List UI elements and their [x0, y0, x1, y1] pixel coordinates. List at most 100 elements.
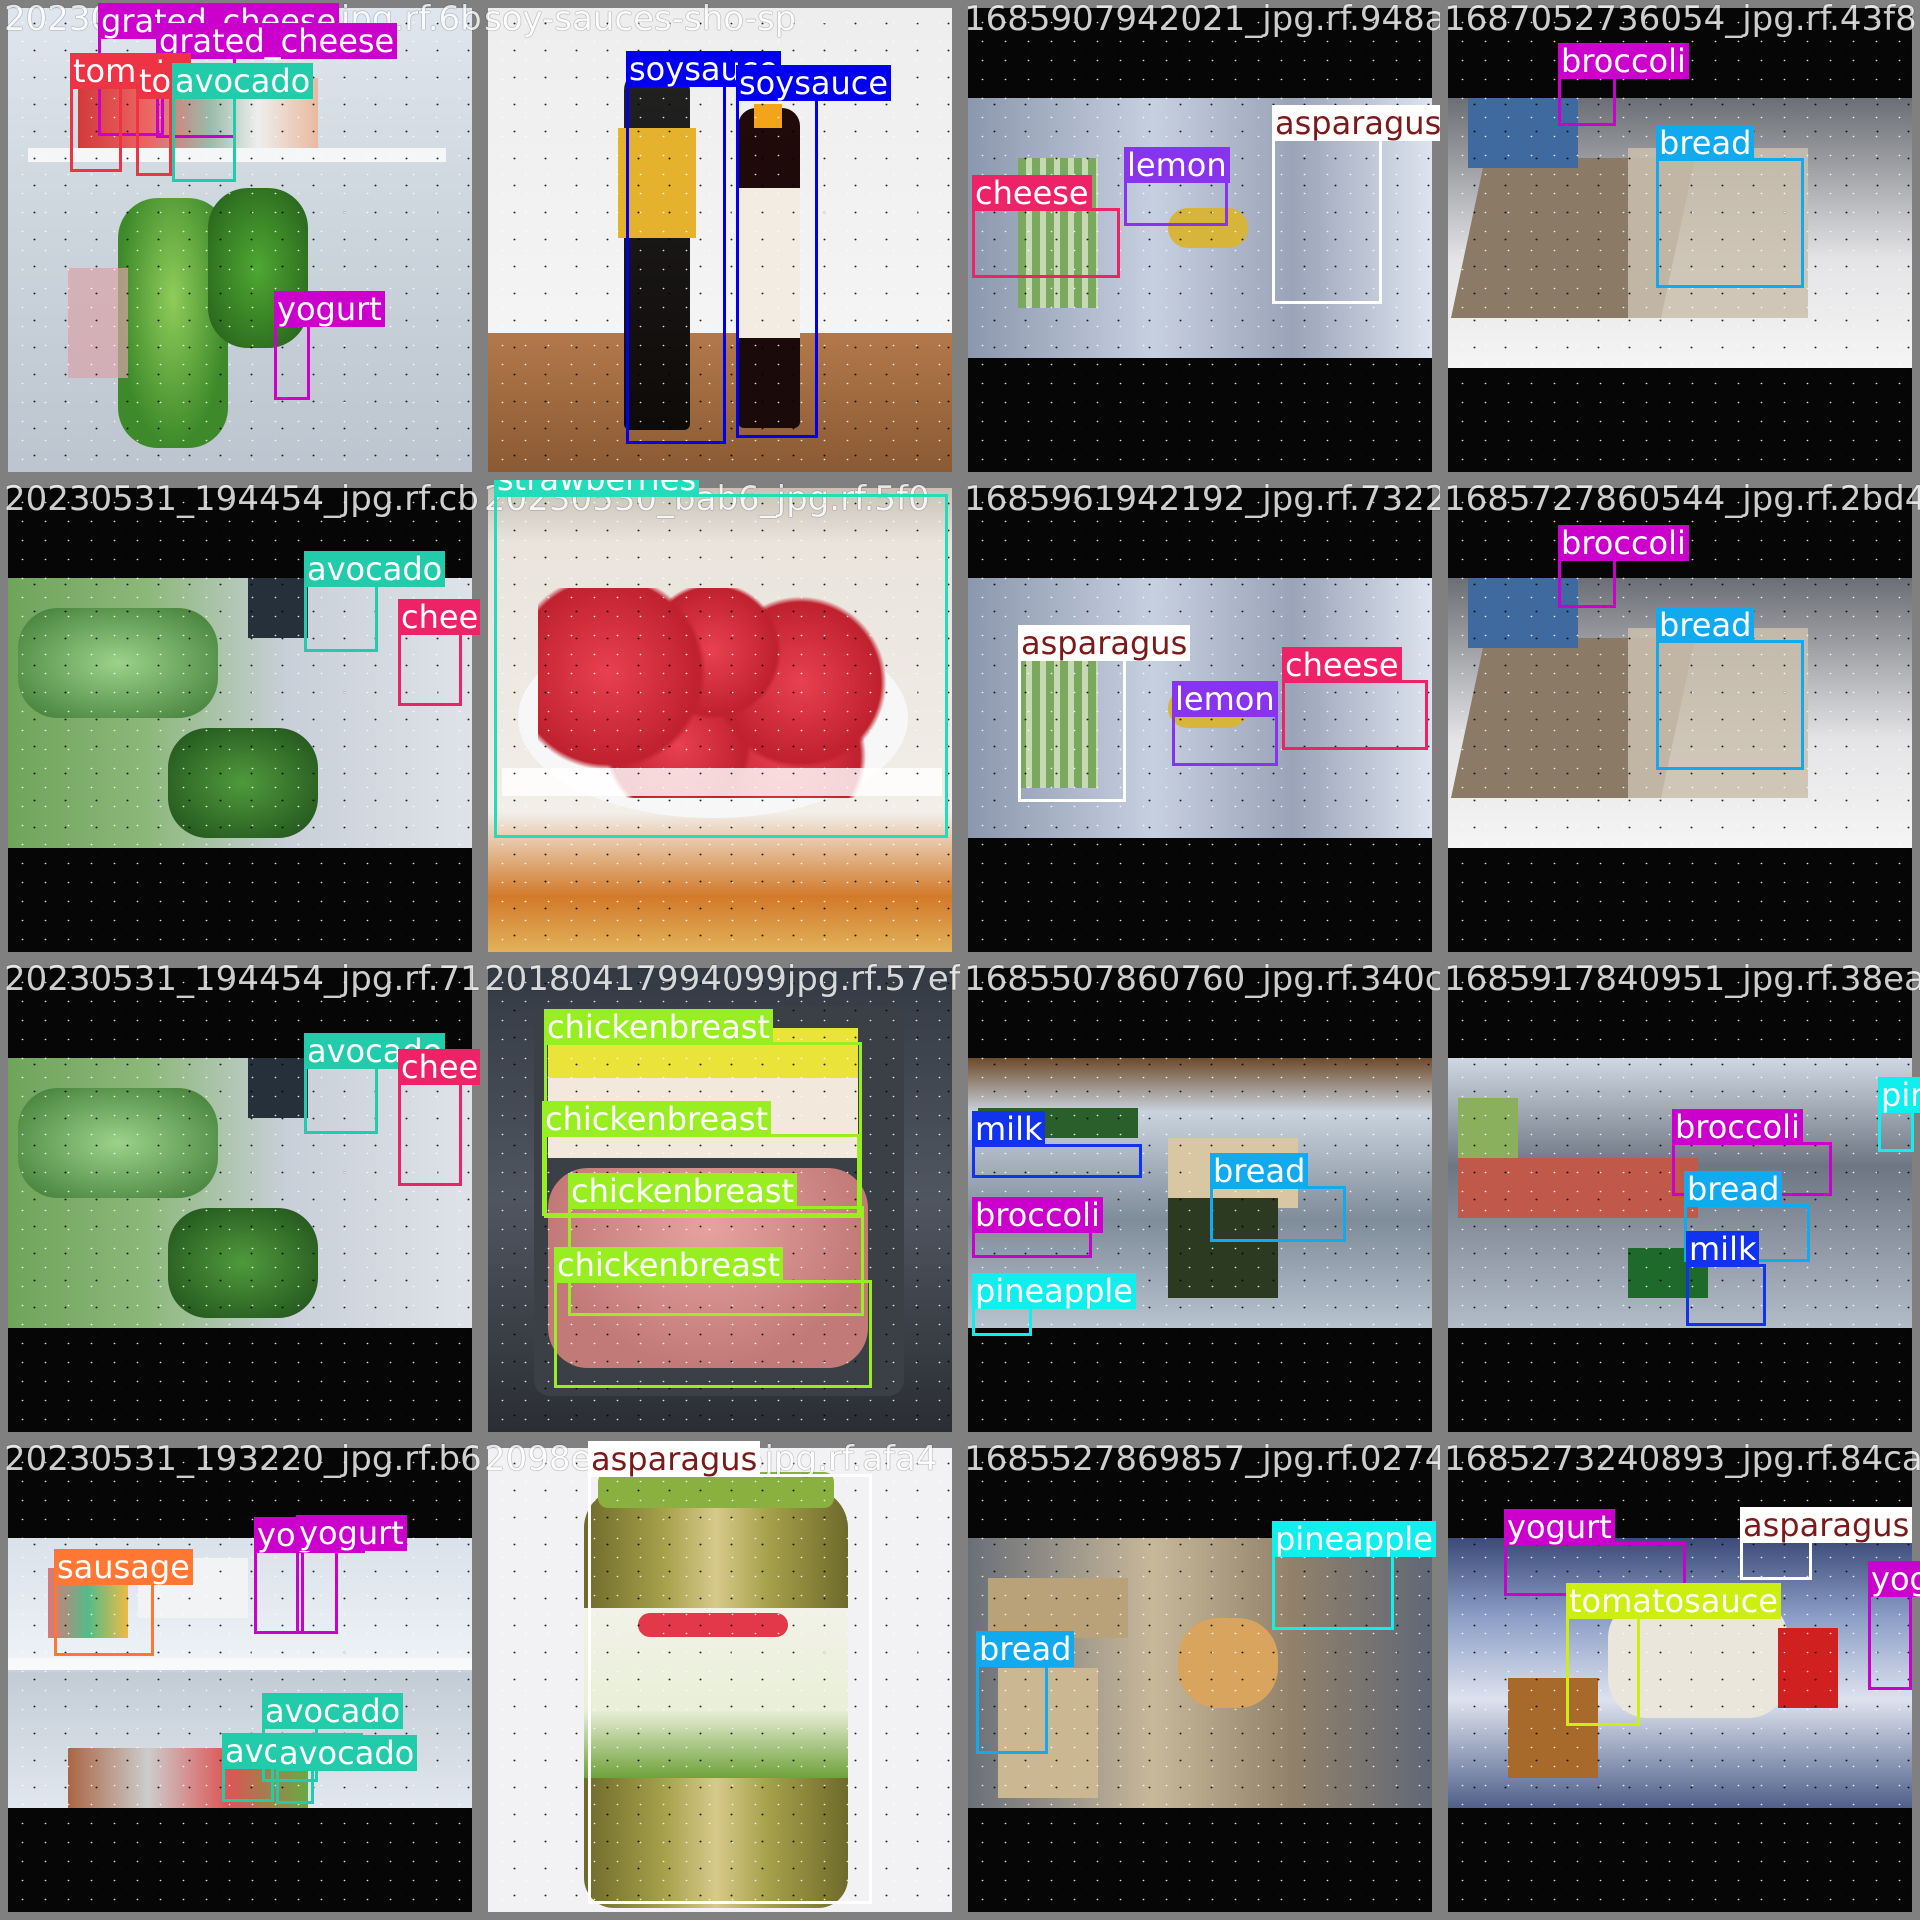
detection-label: cheese — [972, 175, 1092, 211]
image-tile[interactable]: 20230531_194539_jpg.rf.6bbgrated_cheeseg… — [0, 0, 480, 480]
detection-mosaic: 20230531_194539_jpg.rf.6bbgrated_cheeseg… — [0, 0, 1920, 1920]
detection-label: bread — [1656, 125, 1755, 161]
detection-label: bread — [1656, 607, 1755, 643]
detection-label: tomatosauce — [1566, 1583, 1781, 1619]
bounding-box: cheese — [398, 599, 480, 706]
bounding-box: sausage — [54, 1549, 193, 1656]
image-filename: 1685907942021_jpg.rf.948a — [964, 0, 1440, 39]
image-filename: 1685273240893_jpg.rf.84ca — [1444, 1440, 1920, 1479]
bounding-box: avocado — [304, 551, 446, 652]
bounding-box: avocado — [172, 63, 314, 182]
image-tile[interactable]: 2098e5138d085jpg.rf.afa4asparagus — [480, 1440, 960, 1920]
detection-label: avocado — [262, 1693, 404, 1729]
bounding-box: lemon — [1172, 681, 1278, 766]
bounding-box: bread — [1210, 1153, 1346, 1242]
bounding-box: broccoli — [972, 1197, 1103, 1258]
detection-label: asparagus — [1272, 105, 1440, 141]
detection-label: yogurt — [274, 291, 385, 327]
detection-label: lemon — [1124, 147, 1230, 183]
detection-label: lemon — [1172, 681, 1278, 717]
image-tile[interactable]: 20230531_194454_jpg.rf.71aavocadocheese — [0, 960, 480, 1440]
detection-label: broccoli — [1558, 525, 1689, 561]
detection-label: asparagus — [1018, 625, 1191, 661]
detection-label: yogurt — [1868, 1561, 1920, 1597]
detection-label: avocado — [304, 551, 446, 587]
bounding-box: avocado — [276, 1735, 418, 1804]
bounding-box: cheese — [398, 1049, 480, 1186]
bounding-box: soysauce — [626, 51, 782, 444]
detection-label: cheese — [398, 599, 480, 635]
detection-label: pineapple — [972, 1273, 1136, 1309]
bounding-box: bread — [976, 1631, 1075, 1754]
bounding-box: pineapple — [1878, 1077, 1920, 1152]
detection-label: avocado — [172, 63, 314, 99]
detection-label: avocado — [276, 1735, 418, 1771]
image-tile[interactable]: 1685917840951_jpg.rf.38ea pineapple brocco… — [1440, 960, 1920, 1440]
bounding-box: chickenbreast — [554, 1247, 872, 1388]
bounding-box: asparagus — [1272, 105, 1440, 304]
image-filename: 1685961942192_jpg.rf.7322 — [964, 480, 1440, 519]
image-tile[interactable]: 1685527869857_jpg.rf.0274 pineapple bread — [960, 1440, 1440, 1920]
detection-label: pineapple — [1878, 1077, 1920, 1113]
bounding-box: bread — [1656, 607, 1804, 770]
image-filename: 20230531_193220_jpg.rf.b62 — [4, 1440, 480, 1479]
detection-label: broccoli — [972, 1197, 1103, 1233]
image-filename: soy-sauces-sho-sp — [484, 0, 797, 39]
detection-label: yogurt — [1504, 1509, 1615, 1545]
bounding-box: strawberries — [494, 480, 948, 838]
bounding-box: pineapple — [972, 1273, 1136, 1336]
bounding-box: soysauce — [736, 65, 892, 438]
bounding-box: pineapple — [1272, 1521, 1436, 1630]
photo-scene — [1448, 968, 1912, 1432]
image-filename: 20230531_194454_jpg.rf.cbc — [4, 480, 480, 519]
image-tile[interactable]: 20230531_194454_jpg.rf.cbcavocado cheese — [0, 480, 480, 960]
detection-label: milk — [1686, 1231, 1760, 1267]
detection-label: milk — [972, 1111, 1046, 1147]
bounding-box: avocado — [222, 1733, 364, 1802]
bounding-box: tomato — [70, 53, 192, 172]
bounding-box: milk — [1686, 1231, 1766, 1326]
bounding-box: milk — [972, 1111, 1142, 1178]
detection-label: bread — [1210, 1153, 1309, 1189]
image-tile[interactable]: 1685507860760_jpg.rf.340cmilk bread brocco… — [960, 960, 1440, 1440]
detection-label: strawberries — [494, 480, 700, 497]
image-tile[interactable]: 1685907942021_jpg.rf.948a asparagus cheese… — [960, 0, 1440, 480]
bounding-box: lemon — [1124, 147, 1230, 226]
image-tile[interactable]: 1685961942192_jpg.rf.7322 asparagus cheese… — [960, 480, 1440, 960]
bounding-box: asparagus — [1740, 1507, 1913, 1580]
image-tile[interactable]: soy-sauces-sho-sp soysauce soysauce — [480, 0, 960, 480]
bounding-box: yogurt — [1868, 1561, 1920, 1690]
detection-label: chickenbreast — [568, 1173, 797, 1209]
image-tile[interactable]: 20230531_193220_jpg.rf.b62sausageyogurty… — [0, 1440, 480, 1920]
image-tile[interactable]: 20180417994099jpg.rf.57ef chickenbreast ch… — [480, 960, 960, 1440]
bounding-box: broccoli — [1558, 43, 1689, 126]
bounding-box: broccoli — [1558, 525, 1689, 608]
photo — [1448, 968, 1912, 1432]
detection-label: chickenbreast — [544, 1009, 773, 1045]
image-filename: 1685527869857_jpg.rf.0274 — [964, 1440, 1440, 1479]
bounding-box: avocado — [304, 1033, 446, 1134]
image-filename: 1685917840951_jpg.rf.38ea — [1444, 960, 1920, 999]
detection-label: broccoli — [1672, 1109, 1803, 1145]
detection-label: asparagus — [588, 1441, 761, 1477]
bounding-box: asparagus — [1018, 625, 1191, 802]
detection-label: bread — [976, 1631, 1075, 1667]
bounding-box: asparagus — [588, 1441, 872, 1904]
detection-label: chickenbreast — [542, 1101, 771, 1137]
image-filename: 1687052736054_jpg.rf.43f8 — [1444, 0, 1917, 39]
bounding-box: tomato — [136, 63, 258, 176]
detection-label: broccoli — [1558, 43, 1689, 79]
image-tile[interactable]: 20230530_bab6_jpg.rf.5f0strawberries — [480, 480, 960, 960]
detection-label: bread — [1684, 1171, 1783, 1207]
detection-label: pineapple — [1272, 1521, 1436, 1557]
image-tile[interactable]: 1685727860544_jpg.rf.2bd4 broccoli bread — [1440, 480, 1920, 960]
image-filename: 1685507860760_jpg.rf.340c — [964, 960, 1440, 999]
image-filename: 20180417994099jpg.rf.57ef — [484, 960, 960, 999]
detection-label: cheese — [1282, 647, 1402, 683]
bounding-box: yogurt — [274, 291, 385, 400]
detection-label: soysauce — [736, 65, 892, 101]
detection-label: yogurt — [296, 1515, 407, 1551]
detection-label: grated_cheese — [156, 23, 398, 59]
image-tile[interactable]: 1685273240893_jpg.rf.84ca yogurt asparagus… — [1440, 1440, 1920, 1920]
image-tile[interactable]: 1687052736054_jpg.rf.43f8 broccoli bread — [1440, 0, 1920, 480]
